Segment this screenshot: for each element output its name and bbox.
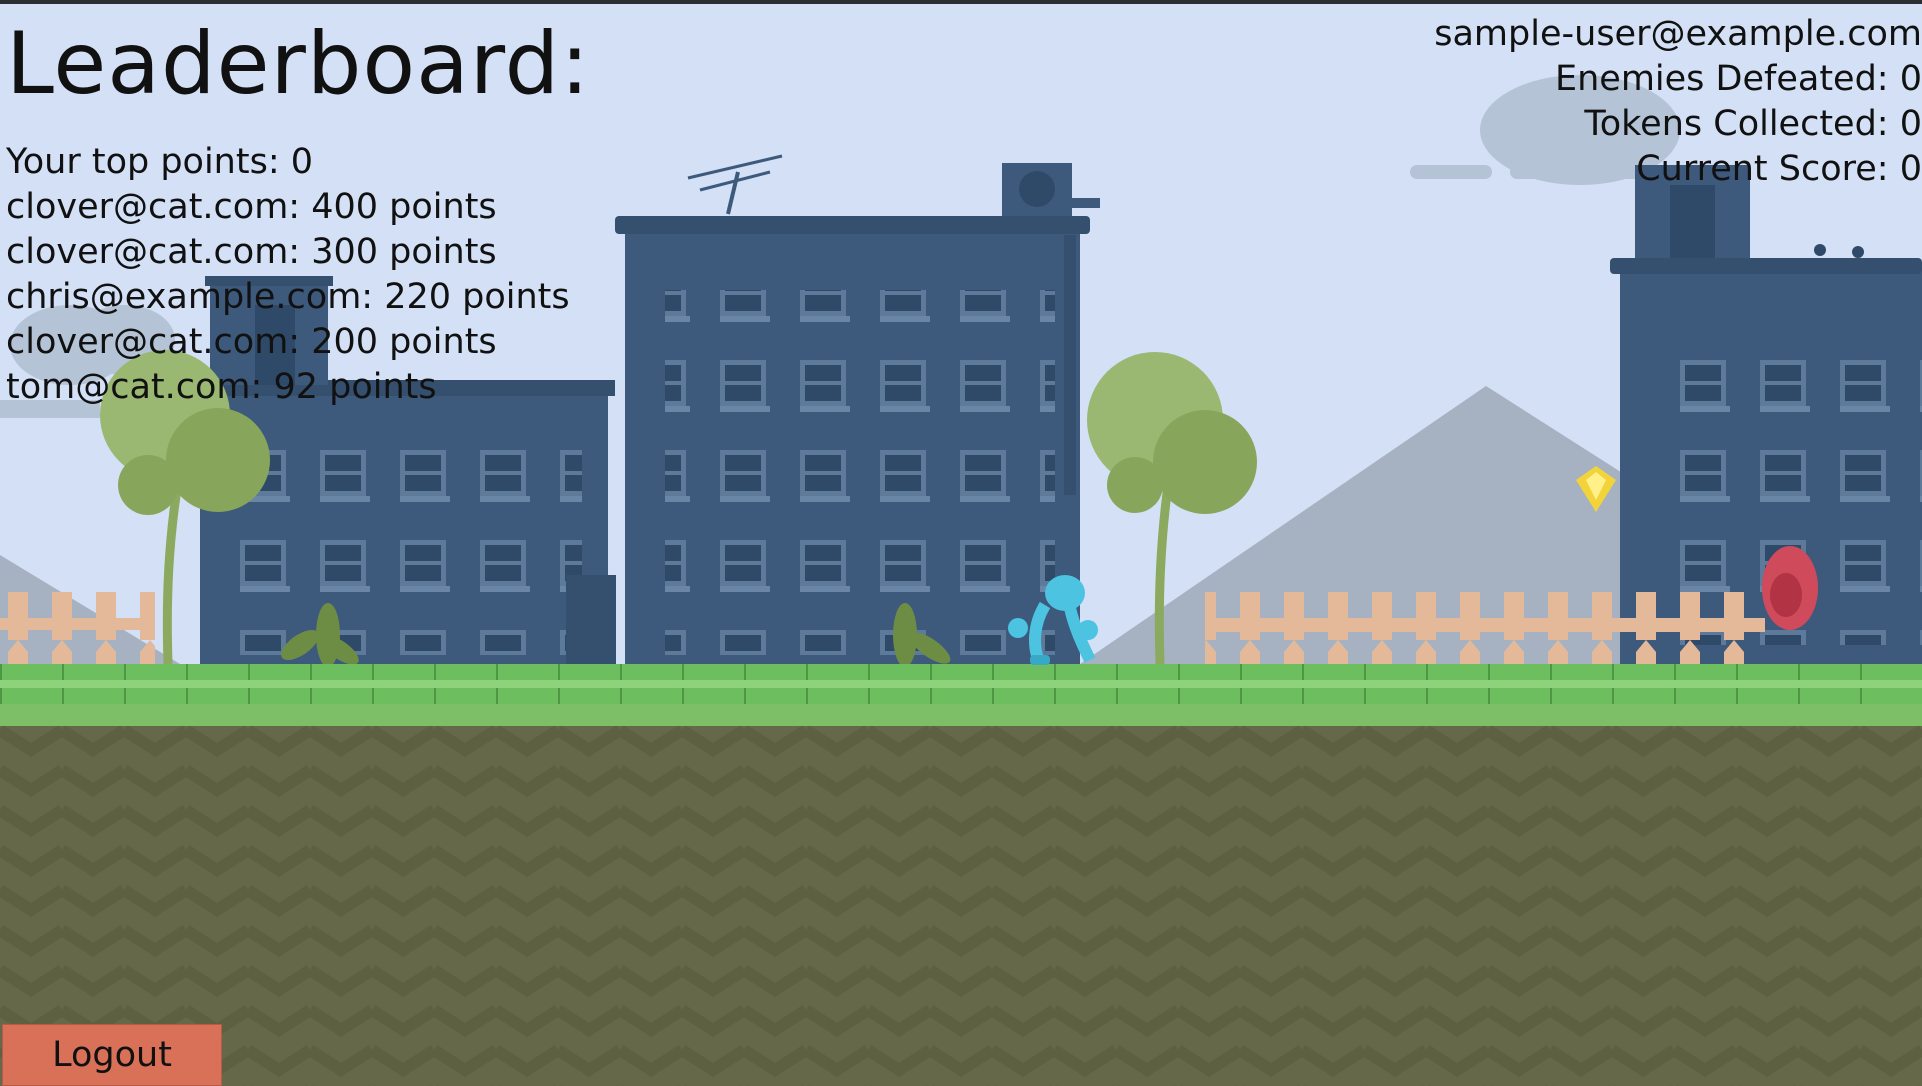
- leaderboard-list: Your top points: 0 clover@cat.com: 400 p…: [6, 140, 590, 410]
- leaderboard-entry: tom@cat.com: 92 points: [6, 367, 437, 407]
- dirt: [0, 724, 1922, 1086]
- enemy: [1762, 546, 1818, 630]
- user-email: sample-user@example.com: [1434, 14, 1922, 54]
- leaderboard-entry: clover@cat.com: 400 points: [6, 187, 497, 227]
- top-border: [0, 0, 1922, 4]
- leaderboard-entry: clover@cat.com: 200 points: [6, 322, 497, 362]
- leaderboard-panel: Leaderboard: Your top points: 0 clover@c…: [6, 16, 590, 410]
- leaderboard-entry: chris@example.com: 220 points: [6, 277, 570, 317]
- stats-panel: sample-user@example.com Enemies Defeated…: [1434, 12, 1922, 192]
- building-center: [615, 154, 1100, 665]
- leaderboard-entry: clover@cat.com: 300 points: [6, 232, 497, 272]
- top-points-line: Your top points: 0: [6, 142, 314, 182]
- current-score: Current Score: 0: [1636, 149, 1922, 189]
- logout-button[interactable]: Logout: [2, 1024, 222, 1086]
- tokens-collected: Tokens Collected: 0: [1584, 104, 1922, 144]
- grass-strip: [0, 664, 1922, 704]
- enemies-defeated: Enemies Defeated: 0: [1555, 59, 1922, 99]
- leaderboard-title: Leaderboard:: [6, 14, 591, 114]
